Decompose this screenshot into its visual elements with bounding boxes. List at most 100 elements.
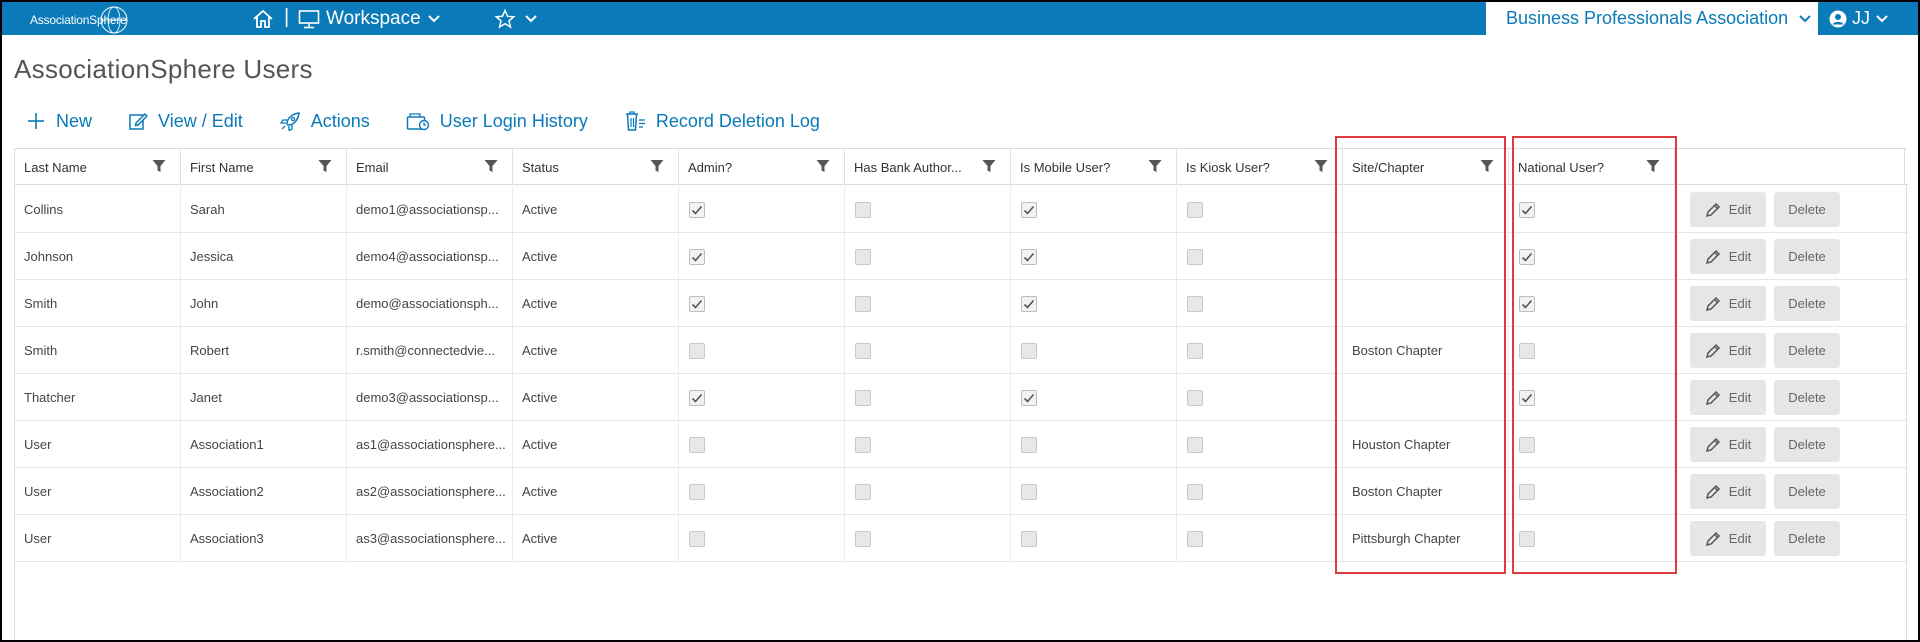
filter-funnel-icon[interactable]	[152, 159, 166, 173]
cell-status: Active	[513, 280, 679, 327]
cell-kiosk-user	[1177, 280, 1343, 327]
checkbox-unchecked	[1021, 436, 1037, 453]
checkbox-unchecked	[1187, 295, 1203, 312]
cell-bank-authorization	[845, 421, 1011, 468]
edit-row-button[interactable]: Edit	[1690, 474, 1766, 509]
checkmark-icon	[1023, 299, 1035, 309]
cell-email: r.smith@connectedvie...	[347, 327, 513, 374]
actions-label: Actions	[310, 110, 370, 131]
column-header-label: Status	[522, 159, 559, 175]
delete-row-button[interactable]: Delete	[1774, 380, 1840, 415]
cell-mobile-user	[1011, 233, 1177, 280]
cell-mobile-user	[1011, 468, 1177, 515]
filter-funnel-icon[interactable]	[1314, 159, 1328, 173]
user-circle-icon	[1829, 10, 1847, 27]
home-button[interactable]	[252, 2, 274, 35]
edit-label: Edit	[1728, 296, 1752, 311]
edit-row-button[interactable]: Edit	[1690, 239, 1766, 274]
cell-last-name: Collins	[15, 186, 181, 233]
column-header-status[interactable]: Status	[513, 149, 679, 185]
checkbox-unchecked	[1021, 342, 1037, 359]
delete-row-button[interactable]: Delete	[1774, 521, 1840, 556]
column-header-email[interactable]: Email	[347, 149, 513, 185]
checkmark-icon	[1023, 205, 1035, 215]
user-initials: JJ	[1852, 8, 1870, 28]
favorites-menu[interactable]	[494, 2, 538, 35]
filter-funnel-icon[interactable]	[484, 159, 498, 173]
cell-email: demo3@associationsp...	[347, 374, 513, 421]
column-header-kiosk-user[interactable]: Is Kiosk User?	[1177, 149, 1343, 185]
checkbox-unchecked	[1187, 342, 1203, 359]
cell-bank-authorization	[845, 515, 1011, 562]
filter-funnel-icon[interactable]	[318, 159, 332, 173]
cell-mobile-user	[1011, 280, 1177, 327]
checkbox-unchecked	[689, 342, 705, 359]
organization-selector[interactable]: Business Professionals Association	[1486, 2, 1818, 35]
grid-scrollbar-gutter	[1904, 149, 1905, 185]
cell-admin	[679, 327, 845, 374]
edit-row-button[interactable]: Edit	[1690, 192, 1766, 227]
cell-email: as2@associationsphere...	[347, 468, 513, 515]
cell-status: Active	[513, 421, 679, 468]
cell-email: as3@associationsphere...	[347, 515, 513, 562]
filter-funnel-icon[interactable]	[982, 159, 996, 173]
edit-row-button[interactable]: Edit	[1690, 380, 1766, 415]
chevron-down-icon	[525, 14, 537, 22]
column-header-bank-authorization[interactable]: Has Bank Author...	[845, 149, 1011, 185]
app-logo[interactable]: AssociationSphere	[24, 6, 136, 34]
checkbox-unchecked	[1187, 389, 1203, 406]
home-icon	[253, 9, 273, 28]
delete-row-button[interactable]: Delete	[1774, 286, 1840, 321]
column-header-label: Last Name	[24, 159, 87, 175]
column-header-mobile-user[interactable]: Is Mobile User?	[1011, 149, 1177, 185]
edit-row-button[interactable]: Edit	[1690, 286, 1766, 321]
column-header-first-name[interactable]: First Name	[181, 149, 347, 185]
top-navigation-bar: AssociationSphere | Workspace Business P…	[2, 2, 1918, 35]
checkbox-checked	[1021, 248, 1037, 265]
actions-button[interactable]: Actions	[279, 111, 370, 132]
pencil-icon	[1705, 296, 1720, 311]
column-header-last-name[interactable]: Last Name	[15, 149, 181, 185]
cell-email: demo@associationsph...	[347, 280, 513, 327]
view-edit-button[interactable]: View / Edit	[128, 111, 243, 132]
user-menu[interactable]: JJ	[1829, 2, 1889, 35]
checkbox-unchecked	[855, 483, 871, 500]
star-icon	[494, 8, 516, 29]
pencil-icon	[1705, 249, 1720, 264]
record-deletion-log-label: Record Deletion Log	[655, 110, 820, 131]
workspace-menu[interactable]: Workspace	[298, 2, 441, 35]
new-button[interactable]: New	[26, 111, 92, 132]
cell-bank-authorization	[845, 280, 1011, 327]
cell-admin	[679, 468, 845, 515]
delete-row-button[interactable]: Delete	[1774, 192, 1840, 227]
delete-row-button[interactable]: Delete	[1774, 333, 1840, 368]
pencil-icon	[1705, 437, 1720, 452]
user-login-history-button[interactable]: User Login History	[406, 111, 588, 132]
cell-kiosk-user	[1177, 186, 1343, 233]
record-deletion-log-button[interactable]: Record Deletion Log	[624, 110, 820, 132]
filter-funnel-icon[interactable]	[650, 159, 664, 173]
delete-row-button[interactable]: Delete	[1774, 427, 1840, 462]
edit-row-button[interactable]: Edit	[1690, 521, 1766, 556]
pencil-icon	[1705, 202, 1720, 217]
edit-label: Edit	[1728, 531, 1752, 546]
delete-row-button[interactable]: Delete	[1774, 239, 1840, 274]
delete-row-button[interactable]: Delete	[1774, 474, 1840, 509]
checkbox-unchecked	[1187, 201, 1203, 218]
cell-email: demo4@associationsp...	[347, 233, 513, 280]
edit-row-button[interactable]: Edit	[1690, 427, 1766, 462]
column-header-admin[interactable]: Admin?	[679, 149, 845, 185]
checkbox-checked	[689, 201, 705, 218]
edit-label: Edit	[1728, 343, 1752, 358]
filter-funnel-icon[interactable]	[816, 159, 830, 173]
edit-pencil-icon	[129, 112, 149, 130]
cell-kiosk-user	[1177, 327, 1343, 374]
cell-admin	[679, 186, 845, 233]
edit-label: Edit	[1728, 484, 1752, 499]
cell-last-name: Johnson	[15, 233, 181, 280]
edit-row-button[interactable]: Edit	[1690, 333, 1766, 368]
filter-funnel-icon[interactable]	[1148, 159, 1162, 173]
cell-first-name: John	[181, 280, 347, 327]
cell-mobile-user	[1011, 327, 1177, 374]
user-login-history-label: User Login History	[439, 110, 588, 131]
